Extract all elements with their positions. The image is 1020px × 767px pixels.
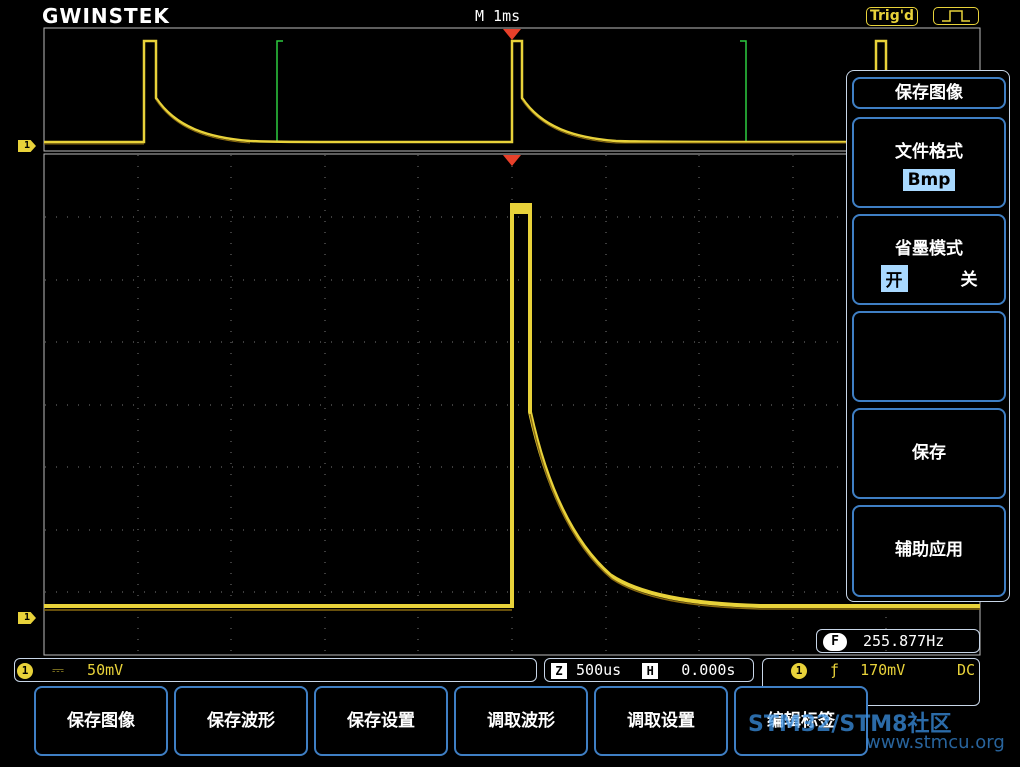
overview-window: [43, 27, 981, 152]
trigger-level: 170mV: [860, 661, 906, 679]
ink-saver-off: 关: [960, 270, 978, 290]
save-label: 保存: [912, 443, 946, 463]
zoom-window-start: [276, 40, 283, 142]
save-image-button[interactable]: 保存图像: [34, 686, 168, 756]
horizontal-position-badge: H: [642, 662, 659, 679]
trigger-position-marker-top: [503, 29, 521, 40]
main-trace: [44, 203, 980, 611]
file-format-button[interactable]: 文件格式 Bmp: [852, 117, 1006, 208]
zoom-window-end: [740, 40, 747, 142]
ch1-badge: 1: [17, 662, 33, 679]
zoom-badge: Z: [551, 662, 567, 679]
save-setup-button[interactable]: 保存设置: [314, 686, 448, 756]
save-waveform-button[interactable]: 保存波形: [174, 686, 308, 756]
zoom-timebase: 500us: [576, 661, 622, 679]
rising-edge-icon: ƒ: [830, 661, 840, 679]
frequency-readout: F 255.877Hz: [816, 629, 980, 653]
frequency-badge: F: [823, 632, 847, 651]
trigger-coupling: DC: [956, 661, 975, 679]
file-format-label: 文件格式: [895, 142, 963, 162]
ch1-scale: 50mV: [87, 661, 124, 679]
assist-button[interactable]: 辅助应用: [852, 505, 1006, 597]
frequency-value: 255.877Hz: [863, 632, 945, 650]
dc-coupling-icon: ⎓: [52, 661, 65, 679]
recall-setup-button[interactable]: 调取设置: [594, 686, 728, 756]
assist-label: 辅助应用: [895, 540, 963, 560]
trigger-source-badge: 1: [791, 662, 807, 679]
ink-saver-button[interactable]: 省墨模式 开 关: [852, 214, 1006, 305]
empty-softkey[interactable]: [852, 311, 1006, 402]
side-menu-title: 保存图像: [852, 77, 1006, 109]
ink-saver-on: 开: [880, 265, 908, 292]
save-button[interactable]: 保存: [852, 408, 1006, 499]
watermark-url: www.stmcu.org: [866, 732, 1005, 753]
trigger-position-marker: [503, 155, 521, 166]
ink-saver-label: 省墨模式: [895, 239, 963, 259]
recall-waveform-button[interactable]: 调取波形: [454, 686, 588, 756]
side-menu: 保存图像 文件格式 Bmp 省墨模式 开 关 保存 辅助应用: [846, 70, 1010, 602]
ch1-status[interactable]: 1 ⎓ 50mV: [14, 658, 537, 682]
file-format-value: Bmp: [902, 169, 956, 191]
timebase-status[interactable]: Z 500us H 0.000s: [544, 658, 754, 682]
horizontal-position: 0.000s: [681, 661, 736, 679]
overview-trace: [44, 39, 888, 144]
